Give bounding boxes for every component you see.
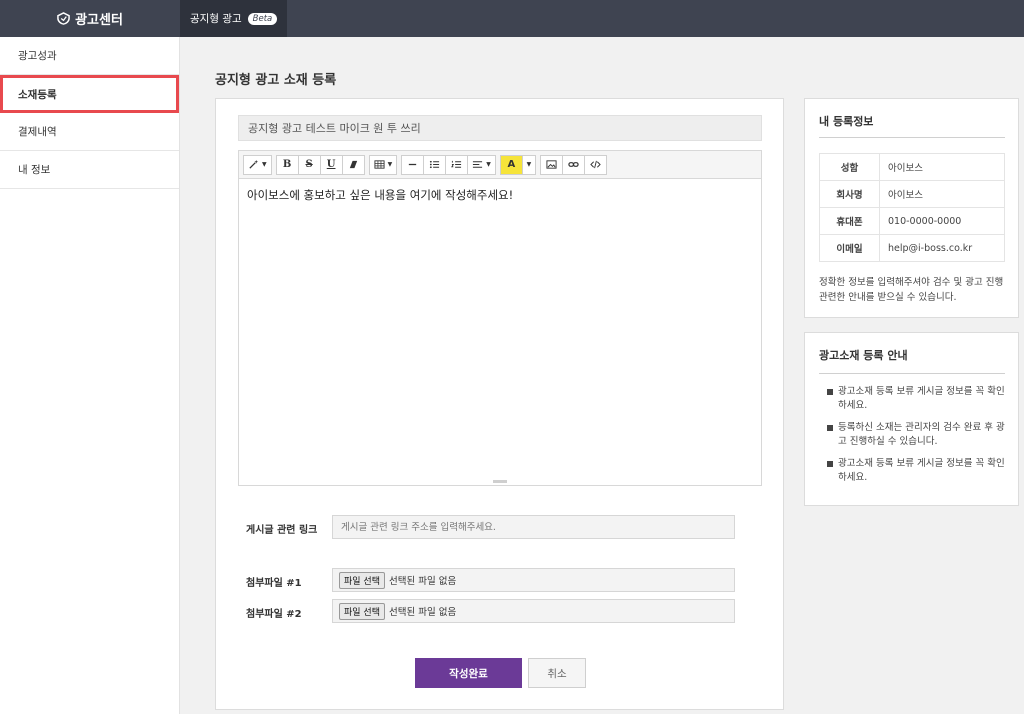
underline-button[interactable]: U <box>319 154 343 175</box>
strikethrough-button[interactable]: S <box>297 154 321 175</box>
info-key: 이메일 <box>819 234 880 262</box>
tab-notice-ad[interactable]: 공지형 광고 Beta <box>180 0 288 37</box>
info-note: 정확한 정보를 입력해주셔야 검수 및 광고 진행 관련한 안내를 받으실 수 … <box>819 277 1004 303</box>
info-key: 휴대폰 <box>819 207 880 235</box>
bullet-list-button[interactable] <box>423 154 447 175</box>
guide-text: 광고소재 등록 보류 게시글 정보를 꼭 확인하세요. <box>838 458 1005 483</box>
table-row: 회사명 아이보스 <box>819 180 1005 208</box>
sidebar-item-my-info[interactable]: 내 정보 <box>0 151 179 189</box>
list-item: 광고소재 등록 보류 게시글 정보를 꼭 확인하세요. <box>827 457 1005 485</box>
link-input[interactable] <box>332 515 735 539</box>
square-bullet-icon <box>827 461 833 467</box>
square-bullet-icon <box>827 425 833 431</box>
table-row: 이메일 help@i-boss.co.kr <box>819 234 1005 262</box>
info-card-title: 내 등록정보 <box>819 115 874 128</box>
file1-label: 첨부파일 #1 <box>246 578 302 589</box>
code-view-button[interactable] <box>583 154 607 175</box>
cancel-button[interactable]: 취소 <box>528 658 586 688</box>
submit-button[interactable]: 작성완료 <box>415 658 522 688</box>
file2-choose-button[interactable]: 파일 선택 <box>339 602 385 620</box>
chevron-down-icon: ▼ <box>387 161 393 168</box>
chevron-down-icon: ▼ <box>526 161 532 168</box>
list-item: 등록하신 소재는 관리자의 검수 완료 후 광고 진행하실 수 있습니다. <box>827 421 1005 449</box>
guide-card: 광고소재 등록 안내 광고소재 등록 보류 게시글 정보를 꼭 확인하세요. 등… <box>804 332 1019 506</box>
file1-status: 선택된 파일 없음 <box>388 576 457 587</box>
magic-wand-icon <box>249 159 259 169</box>
sidebar-item-label: 내 정보 <box>18 164 51 176</box>
bold-icon: B <box>282 159 292 170</box>
brand-logo[interactable]: 광고센터 <box>0 0 180 37</box>
text-color-button[interactable]: A <box>499 154 523 175</box>
tab-label: 공지형 광고 <box>190 13 242 25</box>
table-row: 성함 아이보스 <box>819 153 1005 181</box>
code-icon <box>590 160 601 169</box>
insert-image-button[interactable] <box>539 154 563 175</box>
text-color-dropdown[interactable]: ▼ <box>521 154 536 175</box>
bullet-list-icon <box>430 160 440 169</box>
align-left-icon <box>473 161 483 168</box>
sidebar-item-payment-history[interactable]: 결제내역 <box>0 113 179 151</box>
sidebar-item-label: 결제내역 <box>18 126 57 138</box>
editor-resize-handle[interactable] <box>493 480 507 483</box>
divider <box>819 137 1005 138</box>
file2-input: 파일 선택 선택된 파일 없음 <box>332 599 735 623</box>
guide-text: 등록하신 소재는 관리자의 검수 완료 후 광고 진행하실 수 있습니다. <box>838 422 1005 447</box>
info-key: 회사명 <box>819 180 880 208</box>
chevron-down-icon: ▼ <box>262 161 267 168</box>
shield-logo-icon <box>57 12 70 25</box>
sidebar-item-ad-performance[interactable]: 광고성과 <box>0 37 179 75</box>
align-button[interactable]: ▼ <box>467 154 496 175</box>
guide-list: 광고소재 등록 보류 게시글 정보를 꼭 확인하세요. 등록하신 소재는 관리자… <box>827 385 1005 493</box>
link-icon <box>568 162 579 167</box>
minus-icon <box>409 163 417 166</box>
eraser-icon <box>349 160 357 169</box>
registration-form: ▼ B S U ▼ <box>215 98 784 710</box>
my-info-card: 내 등록정보 성함 아이보스 회사명 아이보스 휴대폰 010-0000-000… <box>804 98 1019 318</box>
style-wand-button[interactable]: ▼ <box>243 154 272 175</box>
info-value: help@i-boss.co.kr <box>879 234 1005 262</box>
sidebar-item-material-registration[interactable]: 소재등록 <box>0 75 179 113</box>
insert-link-button[interactable] <box>561 154 585 175</box>
font-color-icon: A <box>507 159 516 170</box>
square-bullet-icon <box>827 389 833 395</box>
info-table: 성함 아이보스 회사명 아이보스 휴대폰 010-0000-0000 이메일 h… <box>819 153 1005 262</box>
table-button[interactable]: ▼ <box>368 154 398 175</box>
bold-button[interactable]: B <box>275 154 299 175</box>
sidebar-item-label: 소재등록 <box>18 88 57 101</box>
numbered-list-button[interactable] <box>445 154 469 175</box>
underline-icon: U <box>326 159 336 170</box>
guide-text: 광고소재 등록 보류 게시글 정보를 꼭 확인하세요. <box>838 386 1005 411</box>
ad-title-input[interactable] <box>238 115 762 141</box>
info-key: 성함 <box>819 153 880 181</box>
eraser-button[interactable] <box>341 154 365 175</box>
brand-name: 광고센터 <box>75 13 123 28</box>
numbered-list-icon <box>451 160 462 168</box>
file1-input: 파일 선택 선택된 파일 없음 <box>332 568 735 592</box>
editor-toolbar: ▼ B S U ▼ ▼ A ▼ <box>239 151 761 179</box>
sidebar-item-label: 광고성과 <box>18 50 57 62</box>
divider <box>819 373 1005 374</box>
link-field-label: 게시글 관련 링크 <box>246 525 318 536</box>
table-row: 휴대폰 010-0000-0000 <box>819 207 1005 235</box>
horizontal-rule-button[interactable] <box>401 154 425 175</box>
file2-status: 선택된 파일 없음 <box>388 607 457 618</box>
file1-choose-button[interactable]: 파일 선택 <box>339 571 385 589</box>
page-title: 공지형 광고 소재 등록 <box>215 73 337 88</box>
beta-badge: Beta <box>247 12 278 25</box>
list-item: 광고소재 등록 보류 게시글 정보를 꼭 확인하세요. <box>827 385 1005 413</box>
strikethrough-icon: S <box>305 159 313 170</box>
file2-label: 첨부파일 #2 <box>246 609 302 620</box>
top-header: 광고센터 공지형 광고 Beta <box>0 0 1024 37</box>
info-value: 아이보스 <box>879 153 1005 181</box>
info-value: 010-0000-0000 <box>879 207 1005 235</box>
sidebar: 광고성과 소재등록 결제내역 내 정보 <box>0 37 180 714</box>
info-value: 아이보스 <box>879 180 1005 208</box>
guide-card-title: 광고소재 등록 안내 <box>819 349 908 362</box>
editor-content-area[interactable]: 아이보스에 홍보하고 싶은 내용을 여기에 작성해주세요! <box>239 179 761 211</box>
table-icon <box>374 160 385 169</box>
chevron-down-icon: ▼ <box>486 161 491 168</box>
image-icon <box>546 160 557 169</box>
rich-text-editor: ▼ B S U ▼ ▼ A ▼ 아이보스에 홍보하고 싶은 내용을 여기에 작성… <box>238 150 762 486</box>
